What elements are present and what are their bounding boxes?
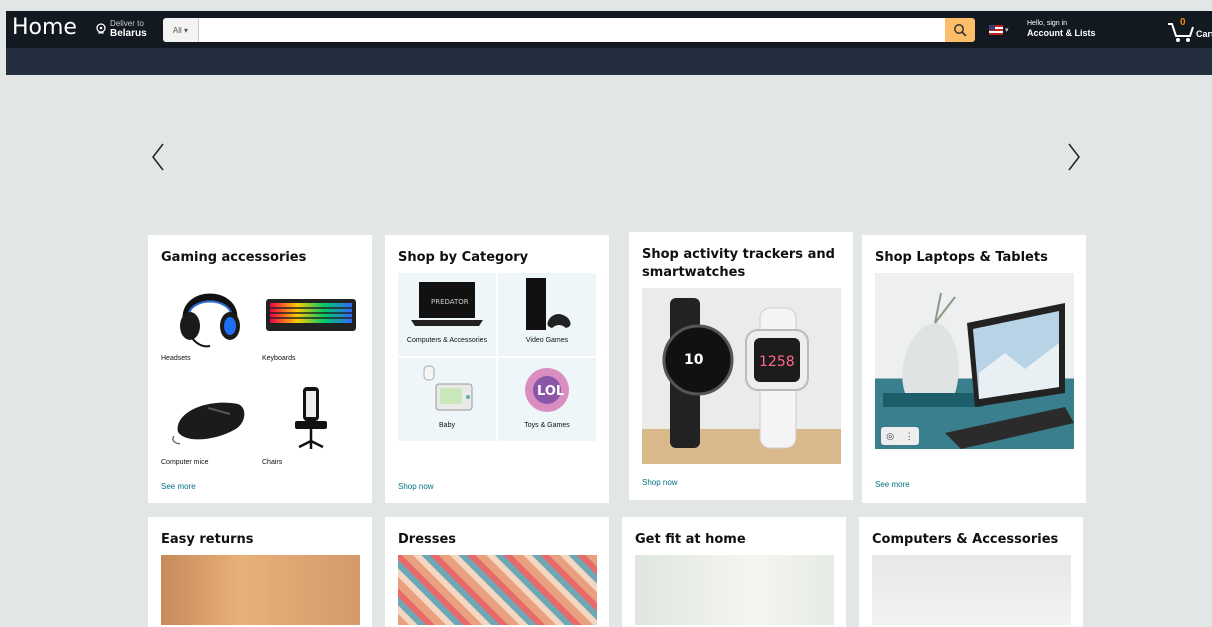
card-title: Dresses bbox=[398, 532, 457, 547]
headset-image bbox=[179, 293, 240, 348]
chevron-down-icon: ▾ bbox=[1005, 27, 1009, 34]
top-nav-bar: Home Deliver to Belarus All ▾ ▾ Hello, s… bbox=[6, 11, 1212, 48]
logo[interactable]: Home bbox=[12, 15, 77, 40]
gaming-item-computer-mice[interactable]: Computer mice bbox=[161, 377, 258, 475]
gaming-item-keyboards[interactable]: Keyboards bbox=[262, 273, 359, 371]
account-lists-label: Account & Lists bbox=[1027, 28, 1096, 38]
watch-left-readout: 10 bbox=[684, 352, 704, 368]
category-label: Toys & Games bbox=[524, 422, 570, 429]
card-computers-accessories: Computers & Accessories bbox=[859, 517, 1083, 627]
search-button[interactable] bbox=[945, 18, 975, 42]
cart-label: Cart bbox=[1196, 29, 1212, 39]
account-greeting: Hello, sign in bbox=[1027, 20, 1068, 27]
cart-count: 0 bbox=[1180, 17, 1186, 28]
us-flag-icon bbox=[989, 25, 1003, 35]
laptop-image: PREDATOR bbox=[411, 282, 483, 326]
chair-image bbox=[294, 387, 327, 449]
card-get-fit: Get fit at home bbox=[622, 517, 846, 627]
gaming-item-headsets[interactable]: Headsets bbox=[161, 273, 258, 371]
gaming-item-label: Chairs bbox=[262, 459, 283, 466]
category-label: Computers & Accessories bbox=[406, 337, 488, 344]
image-tools: ◎ ⋮ bbox=[881, 427, 919, 445]
card-title: Gaming accessories bbox=[161, 250, 307, 265]
category-label: Video Games bbox=[525, 337, 569, 344]
deliver-to-label: Deliver to bbox=[110, 19, 144, 28]
location-pin-icon bbox=[96, 23, 106, 34]
more-options-icon[interactable]: ⋮ bbox=[905, 431, 914, 442]
cart-button[interactable]: 0 Cart bbox=[1166, 15, 1212, 43]
camera-icon[interactable]: ◎ bbox=[886, 431, 894, 442]
language-selector[interactable]: ▾ bbox=[989, 25, 1009, 35]
card-title: Computers & Accessories bbox=[872, 532, 1059, 547]
svg-text:LOL: LOL bbox=[537, 384, 564, 399]
card-dresses: Dresses bbox=[385, 517, 609, 627]
svg-text:PREDATOR: PREDATOR bbox=[431, 298, 469, 306]
card-title: Shop by Category bbox=[398, 250, 529, 265]
card-title: Easy returns bbox=[161, 532, 254, 547]
laptop-desk-image[interactable]: ◎ ⋮ bbox=[875, 273, 1074, 449]
laptop-illustration bbox=[883, 292, 1074, 449]
mouse-image bbox=[171, 402, 244, 445]
game-console-image bbox=[526, 278, 571, 330]
shop-now-link[interactable]: Shop now bbox=[398, 482, 434, 491]
card-title: Shop Laptops & Tablets bbox=[875, 250, 1048, 265]
see-more-link[interactable]: See more bbox=[161, 482, 196, 491]
search-category-label: All bbox=[172, 25, 182, 35]
category-toys-games[interactable]: LOL Toys & Games bbox=[498, 358, 596, 441]
card-shop-by-category: Shop by Category PREDATOR Computers & Ac… bbox=[385, 235, 609, 503]
category-label: Baby bbox=[439, 422, 455, 429]
gaming-item-label: Headsets bbox=[161, 355, 191, 362]
category-video-games[interactable]: Video Games bbox=[498, 273, 596, 356]
watch-right-readout: 1258 bbox=[759, 354, 795, 370]
see-more-link[interactable]: See more bbox=[875, 480, 910, 489]
card-gaming-accessories: Gaming accessories Headsets Keyboards Co… bbox=[148, 235, 372, 503]
gaming-item-label: Keyboards bbox=[262, 355, 296, 362]
category-computers-accessories[interactable]: PREDATOR Computers & Accessories bbox=[398, 273, 496, 356]
baby-monitor-image bbox=[423, 365, 473, 411]
shop-now-link[interactable]: Shop now bbox=[642, 478, 678, 487]
search-icon bbox=[954, 24, 967, 37]
card-activity-trackers: Shop activity trackers and smartwatches … bbox=[629, 232, 853, 500]
chevron-left-icon[interactable] bbox=[148, 140, 168, 174]
watches-illustration: 10 1258 bbox=[662, 298, 809, 449]
gaming-item-chairs[interactable]: Chairs bbox=[262, 377, 359, 475]
deliver-to-country: Belarus bbox=[110, 28, 147, 39]
card-title: Get fit at home bbox=[635, 532, 746, 547]
gaming-item-label: Computer mice bbox=[161, 459, 209, 466]
search-bar: All ▾ bbox=[163, 18, 975, 42]
account-lists-button[interactable]: Hello, sign in Account & Lists bbox=[1027, 19, 1096, 39]
keyboard-image bbox=[265, 299, 356, 331]
card-title: Shop activity trackers and smartwatches bbox=[642, 247, 835, 280]
deliver-to-button[interactable]: Deliver to Belarus bbox=[95, 19, 147, 39]
chevron-down-icon: ▾ bbox=[184, 25, 189, 35]
sub-nav-bar bbox=[6, 48, 1212, 75]
category-baby[interactable]: Baby bbox=[398, 358, 496, 441]
toy-ball-image: LOL bbox=[525, 368, 569, 412]
card-laptops-tablets: Shop Laptops & Tablets ◎ ⋮ See more bbox=[862, 235, 1086, 503]
search-input[interactable] bbox=[199, 18, 945, 42]
smartwatch-image[interactable]: 10 1258 bbox=[642, 288, 841, 464]
chevron-right-icon[interactable] bbox=[1064, 140, 1084, 174]
card-easy-returns: Easy returns bbox=[148, 517, 372, 627]
search-category-select[interactable]: All ▾ bbox=[163, 18, 199, 42]
